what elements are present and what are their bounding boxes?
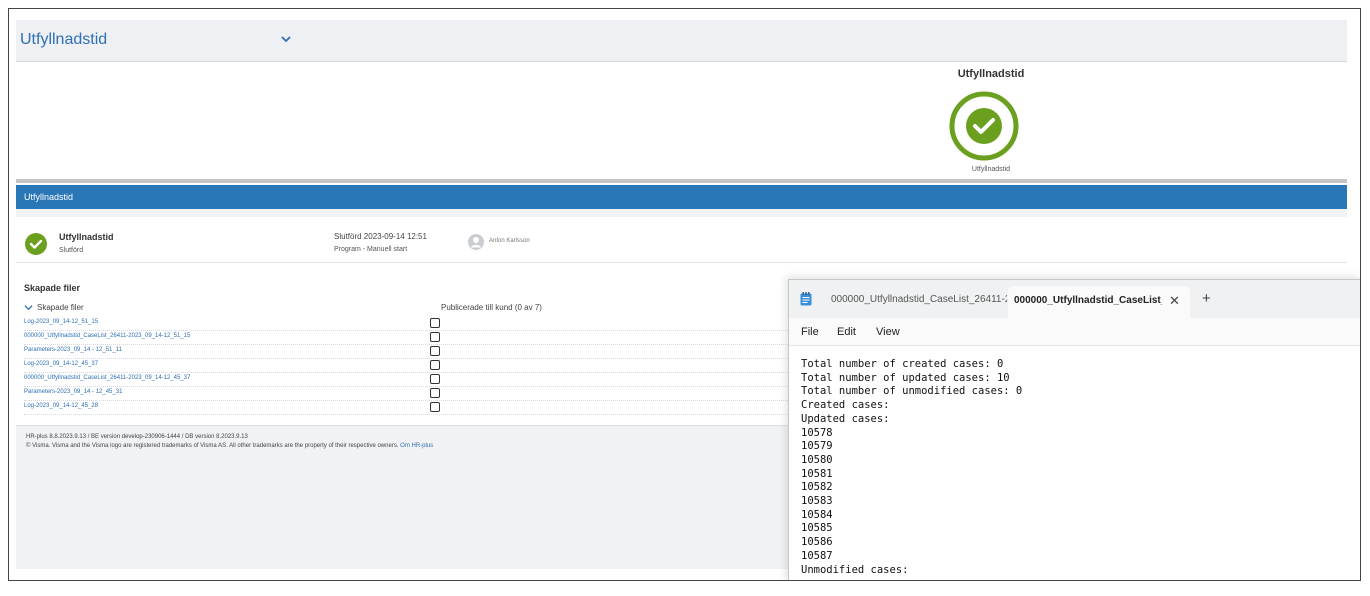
close-icon[interactable]: ✕	[1169, 293, 1180, 309]
notepad-tab-bar: 000000_Utfyllnadstid_CaseList_26411-2023…	[789, 280, 1360, 318]
files-toggle[interactable]: Skapade filer	[24, 303, 84, 312]
menu-edit[interactable]: Edit	[837, 326, 856, 338]
notepad-line: Created cases:	[801, 399, 890, 412]
list-item: Parameters-2023_09_14 - 12_51_11	[24, 345, 804, 359]
version-info: HR-plus 8.8.2023.9.13 / BE version devel…	[26, 434, 248, 440]
publish-checkbox[interactable]	[430, 346, 440, 356]
file-list: Log-2023_09_14-12_51_15 000000_Utfyllnad…	[24, 317, 804, 415]
notepad-line: 10580	[801, 453, 833, 466]
notepad-line: 10584	[801, 508, 833, 521]
files-toggle-label: Skapade filer	[37, 303, 84, 312]
browser-frame: Utfyllnadstid Utfyllnadstid Utfyllnadsti…	[8, 8, 1361, 581]
notepad-text-area[interactable]: Total number of created cases: 0 Total nu…	[801, 358, 1022, 577]
notepad-line: 10586	[801, 536, 833, 549]
publish-checkbox[interactable]	[430, 360, 440, 370]
menu-view[interactable]: View	[876, 326, 900, 338]
copyright-text: © Visma. Visma and the Visma logo are re…	[26, 443, 399, 449]
notepad-line: Total number of created cases: 0	[801, 358, 1004, 370]
publish-checkbox[interactable]	[430, 332, 440, 342]
chevron-down-icon	[24, 305, 33, 311]
files-heading: Skapade filer	[24, 283, 81, 293]
check-circle-icon	[25, 233, 47, 255]
notepad-line: 10587	[801, 549, 833, 562]
file-link[interactable]: Parameters-2023_09_14 - 12_45_31	[24, 389, 122, 395]
copyright: © Visma. Visma and the Visma logo are re…	[26, 443, 433, 449]
list-item: Log-2023_09_14-12_45_28	[24, 401, 804, 415]
status-title: Utfyllnadstid	[957, 68, 1025, 80]
list-item: 000000_Utfyllnadstid_CaseList_26411-2023…	[24, 373, 804, 387]
notepad-line: 10579	[801, 440, 833, 453]
list-item: 000000_Utfyllnadstid_CaseList_26411-2023…	[24, 331, 804, 345]
file-link[interactable]: 000000_Utfyllnadstid_CaseList_26411-2023…	[24, 333, 190, 339]
file-link[interactable]: Log-2023_09_14-12_45_37	[24, 361, 98, 367]
list-item: Parameters-2023_09_14 - 12_45_31	[24, 387, 804, 401]
job-finished-time: Slutförd 2023-09-14 12:51	[334, 232, 427, 241]
app-select-label[interactable]: Utfyllnadstid	[20, 31, 107, 49]
published-header: Publicerade till kund (0 av 7)	[441, 303, 542, 312]
file-link[interactable]: 000000_Utfyllnadstid_CaseList_26411-2023…	[24, 375, 190, 381]
job-name: Utfyllnadstid	[59, 232, 114, 242]
job-row[interactable]: Utfyllnadstid Slutförd Slutförd 2023-09-…	[16, 225, 1347, 263]
list-item: Log-2023_09_14-12_45_37	[24, 359, 804, 373]
publish-checkbox[interactable]	[430, 388, 440, 398]
publish-checkbox[interactable]	[430, 374, 440, 384]
add-tab-icon[interactable]: +	[1202, 290, 1211, 307]
section-header-label: Utfyllnadstid	[24, 192, 74, 202]
notepad-menu-bar: File Edit View	[789, 318, 1360, 346]
file-link[interactable]: Parameters-2023_09_14 - 12_51_11	[24, 347, 122, 353]
publish-checkbox[interactable]	[430, 318, 440, 328]
user-name: Anton Karlsson	[489, 238, 530, 244]
status-panel: Utfyllnadstid Utfyllnadstid	[16, 62, 1347, 180]
notepad-line: 10585	[801, 522, 833, 535]
section-header-bar: Utfyllnadstid	[16, 185, 1347, 209]
menu-file[interactable]: File	[801, 326, 819, 338]
file-link[interactable]: Log-2023_09_14-12_51_15	[24, 319, 98, 325]
notepad-window: 000000_Utfyllnadstid_CaseList_26411-2023…	[788, 279, 1360, 580]
notepad-line: Unmodified cases:	[801, 563, 909, 576]
divider	[16, 179, 1347, 183]
notepad-line: Total number of unmodified cases: 0	[801, 385, 1023, 398]
notepad-line: 10583	[801, 495, 833, 508]
check-circle-icon	[949, 91, 1019, 161]
notepad-icon	[800, 292, 812, 306]
list-item: Log-2023_09_14-12_51_15	[24, 317, 804, 331]
publish-checkbox[interactable]	[430, 402, 440, 412]
notepad-line: Total number of updated cases: 10	[801, 371, 1010, 384]
notepad-line: 10581	[801, 467, 833, 480]
notepad-line: Updated cases:	[801, 412, 890, 425]
status-caption: Utfyllnadstid	[971, 166, 1011, 173]
about-link[interactable]: Om HR-plus	[400, 443, 433, 449]
top-bar: Utfyllnadstid	[16, 20, 1347, 62]
avatar-icon	[468, 234, 484, 250]
notepad-tab-2[interactable]: 000000_Utfyllnadstid_CaseList_264 ✕	[1008, 286, 1190, 318]
job-program: Program - Manuell start	[334, 246, 408, 253]
file-link[interactable]: Log-2023_09_14-12_45_28	[24, 403, 98, 409]
notepad-line: 10582	[801, 481, 833, 494]
notepad-tab-2-label: 000000_Utfyllnadstid_CaseList_264	[1014, 295, 1162, 306]
chevron-down-icon[interactable]	[280, 33, 292, 45]
notepad-tab-1[interactable]: 000000_Utfyllnadstid_CaseList_26411-2023	[831, 294, 1007, 305]
notepad-line: 10578	[801, 426, 833, 439]
job-status: Slutförd	[59, 247, 84, 254]
